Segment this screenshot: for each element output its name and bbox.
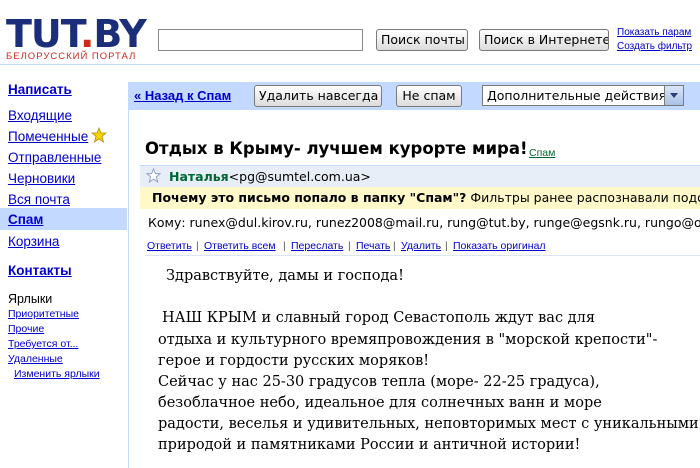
label-action-required[interactable]: Требуется от... [8,338,78,350]
body-line: Сейчас у нас 25-30 градусов тепла (море-… [158,374,600,390]
logo-tail: BY [93,12,146,56]
header-divider [0,64,700,65]
spam-notice-text: Почему это письмо попало в папку "Спам"?… [152,190,700,205]
body-divider [145,255,700,256]
search-input[interactable] [158,29,363,51]
content-border [128,82,129,468]
reply-link[interactable]: Ответить [147,240,192,252]
separator: | [445,240,448,252]
create-filter-link[interactable]: Создать фильтр [617,41,692,52]
star-icon [91,127,107,143]
more-actions-select[interactable]: Дополнительные действия... [482,85,684,106]
star-outline-icon[interactable] [146,168,161,183]
spam-explain: Фильтры ранее распознавали подобны [470,190,700,205]
sender-name: Наталья [169,169,229,184]
sender: Наталья<pg@sumtel.com.ua> [169,169,371,184]
label-deleted[interactable]: Удаленные [8,353,63,365]
more-actions-value: Дополнительные действия... [487,88,679,103]
body-line: Здравствуйте, дамы и господа! [166,268,404,284]
forward-link[interactable]: Переслать [291,240,343,252]
sidebar-item-sent[interactable]: Отправленные [8,150,101,165]
spam-question: Почему это письмо попало в папку "Спам"? [152,190,467,205]
body-line: природой и памятниками России и античной… [158,437,581,453]
label-priority[interactable]: Приоритетные [8,308,79,320]
sidebar-item-trash[interactable]: Корзина [8,234,59,249]
back-to-spam-link[interactable]: « Назад к Спам [134,88,231,103]
labels-title: Ярлыки [8,292,53,306]
contacts-link[interactable]: Контакты [8,263,72,278]
site-logo[interactable]: TUT.BY [6,15,147,53]
spam-label-chip[interactable]: Спам [529,147,555,159]
separator: | [393,240,396,252]
sidebar-item-starred[interactable]: Помеченные [8,129,88,144]
sidebar-item-spam[interactable]: Спам [8,212,43,227]
delete-forever-button[interactable]: Удалить навсегда [254,85,382,107]
search-web-button[interactable]: Поиск в Интернете [479,29,609,51]
show-original-link[interactable]: Показать оригинал [453,240,546,252]
sidebar-item-drafts[interactable]: Черновики [8,171,75,186]
logo-subtitle: БЕЛОРУССКИЙ ПОРТАЛ [6,51,137,62]
compose-link[interactable]: Написать [8,82,72,97]
body-line: герое и гордости русских моряков! [158,353,430,369]
sender-email: <pg@sumtel.com.ua> [228,169,371,184]
label-other[interactable]: Прочие [8,323,44,335]
to-label: Кому: [148,215,186,230]
not-spam-button[interactable]: Не спам [396,85,462,107]
message-subject: Отдых в Крыму- лучшем курорте мира! [145,139,528,158]
edit-labels-link[interactable]: Изменить ярлыки [14,368,100,380]
separator: | [283,240,286,252]
search-mail-button[interactable]: Поиск почты [376,29,468,51]
body-line: НАШ КРЫМ и славный город Севастополь жду… [162,310,595,326]
recipients: Кому: runex@dul.kirov.ru, runez2008@mail… [148,215,700,230]
delete-link[interactable]: Удалить [401,240,441,252]
body-line: радости, веселья и удивительных, неповто… [158,416,699,432]
show-options-link[interactable]: Показать парам [617,27,691,38]
separator: | [348,240,351,252]
to-list: runex@dul.kirov.ru, runez2008@mail.ru, r… [189,215,700,230]
body-line: безоблачное небо, идеальное для солнечны… [158,395,602,411]
separator: | [196,240,199,252]
logo-dot: . [79,12,94,56]
sidebar-item-inbox[interactable]: Входящие [8,108,72,123]
body-line: отдыха и культурного времяпровождения в … [158,332,658,348]
reply-all-link[interactable]: Ответить всем [204,240,276,252]
sidebar-item-all-mail[interactable]: Вся почта [8,192,70,207]
print-link[interactable]: Печать [356,240,390,252]
logo-main: TUT [6,12,81,56]
chevron-down-icon [664,86,683,105]
